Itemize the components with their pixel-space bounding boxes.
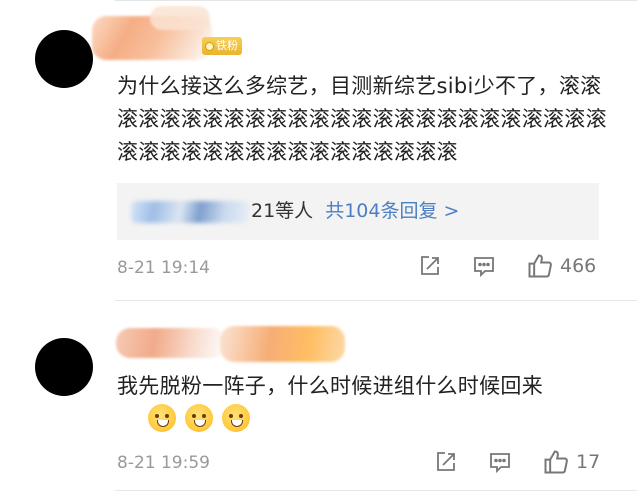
share-icon	[437, 452, 455, 471]
like-button[interactable]: 17	[542, 448, 600, 476]
like-count: 17	[576, 451, 601, 473]
reply-summary[interactable]: 21等人 共104条回复 >	[117, 183, 599, 240]
share-button[interactable]	[418, 254, 442, 278]
username-redacted[interactable]	[116, 328, 226, 358]
fan-badge-icon	[205, 41, 214, 51]
hug-emoji	[222, 404, 251, 432]
username-redacted-tail	[220, 326, 345, 362]
bottom-divider	[115, 490, 637, 491]
like-count: 466	[560, 255, 597, 277]
comment-item: 我先脱粉一阵子，什么时候进组什么时候回来 8-21 19:59 17	[0, 300, 637, 492]
comment-time: 8-21 19:14	[117, 258, 210, 278]
comment-time: 8-21 19:59	[117, 453, 210, 473]
hug-emoji	[185, 404, 214, 432]
comment-button[interactable]	[472, 254, 496, 278]
comment-item: 铁粉 为什么接这么多综艺，目测新综艺sibi少不了，滚滚滚滚滚滚滚滚滚滚滚滚滚滚…	[0, 0, 637, 300]
comment-text: 为什么接这么多综艺，目测新综艺sibi少不了，滚滚滚滚滚滚滚滚滚滚滚滚滚滚滚滚滚…	[117, 74, 607, 164]
emoji-row	[148, 404, 254, 432]
like-button[interactable]: 466	[526, 252, 596, 280]
username-redacted-tail	[150, 6, 210, 30]
comment-icon	[474, 257, 494, 278]
avatar[interactable]	[35, 338, 93, 396]
replier-names-suffix: 21等人	[251, 200, 314, 222]
hug-emoji	[148, 404, 176, 432]
replier-names-redacted	[131, 200, 249, 223]
comment-button[interactable]	[488, 450, 512, 474]
like-icon	[528, 254, 552, 278]
view-replies-link[interactable]: 共104条回复 >	[325, 200, 459, 222]
fan-badge: 铁粉	[202, 37, 242, 55]
share-icon	[421, 256, 439, 275]
like-icon	[544, 450, 568, 474]
avatar[interactable]	[35, 30, 93, 88]
comment-icon	[490, 453, 510, 474]
share-button[interactable]	[434, 450, 458, 474]
comment-text: 我先脱粉一阵子，什么时候进组什么时候回来	[117, 374, 543, 398]
